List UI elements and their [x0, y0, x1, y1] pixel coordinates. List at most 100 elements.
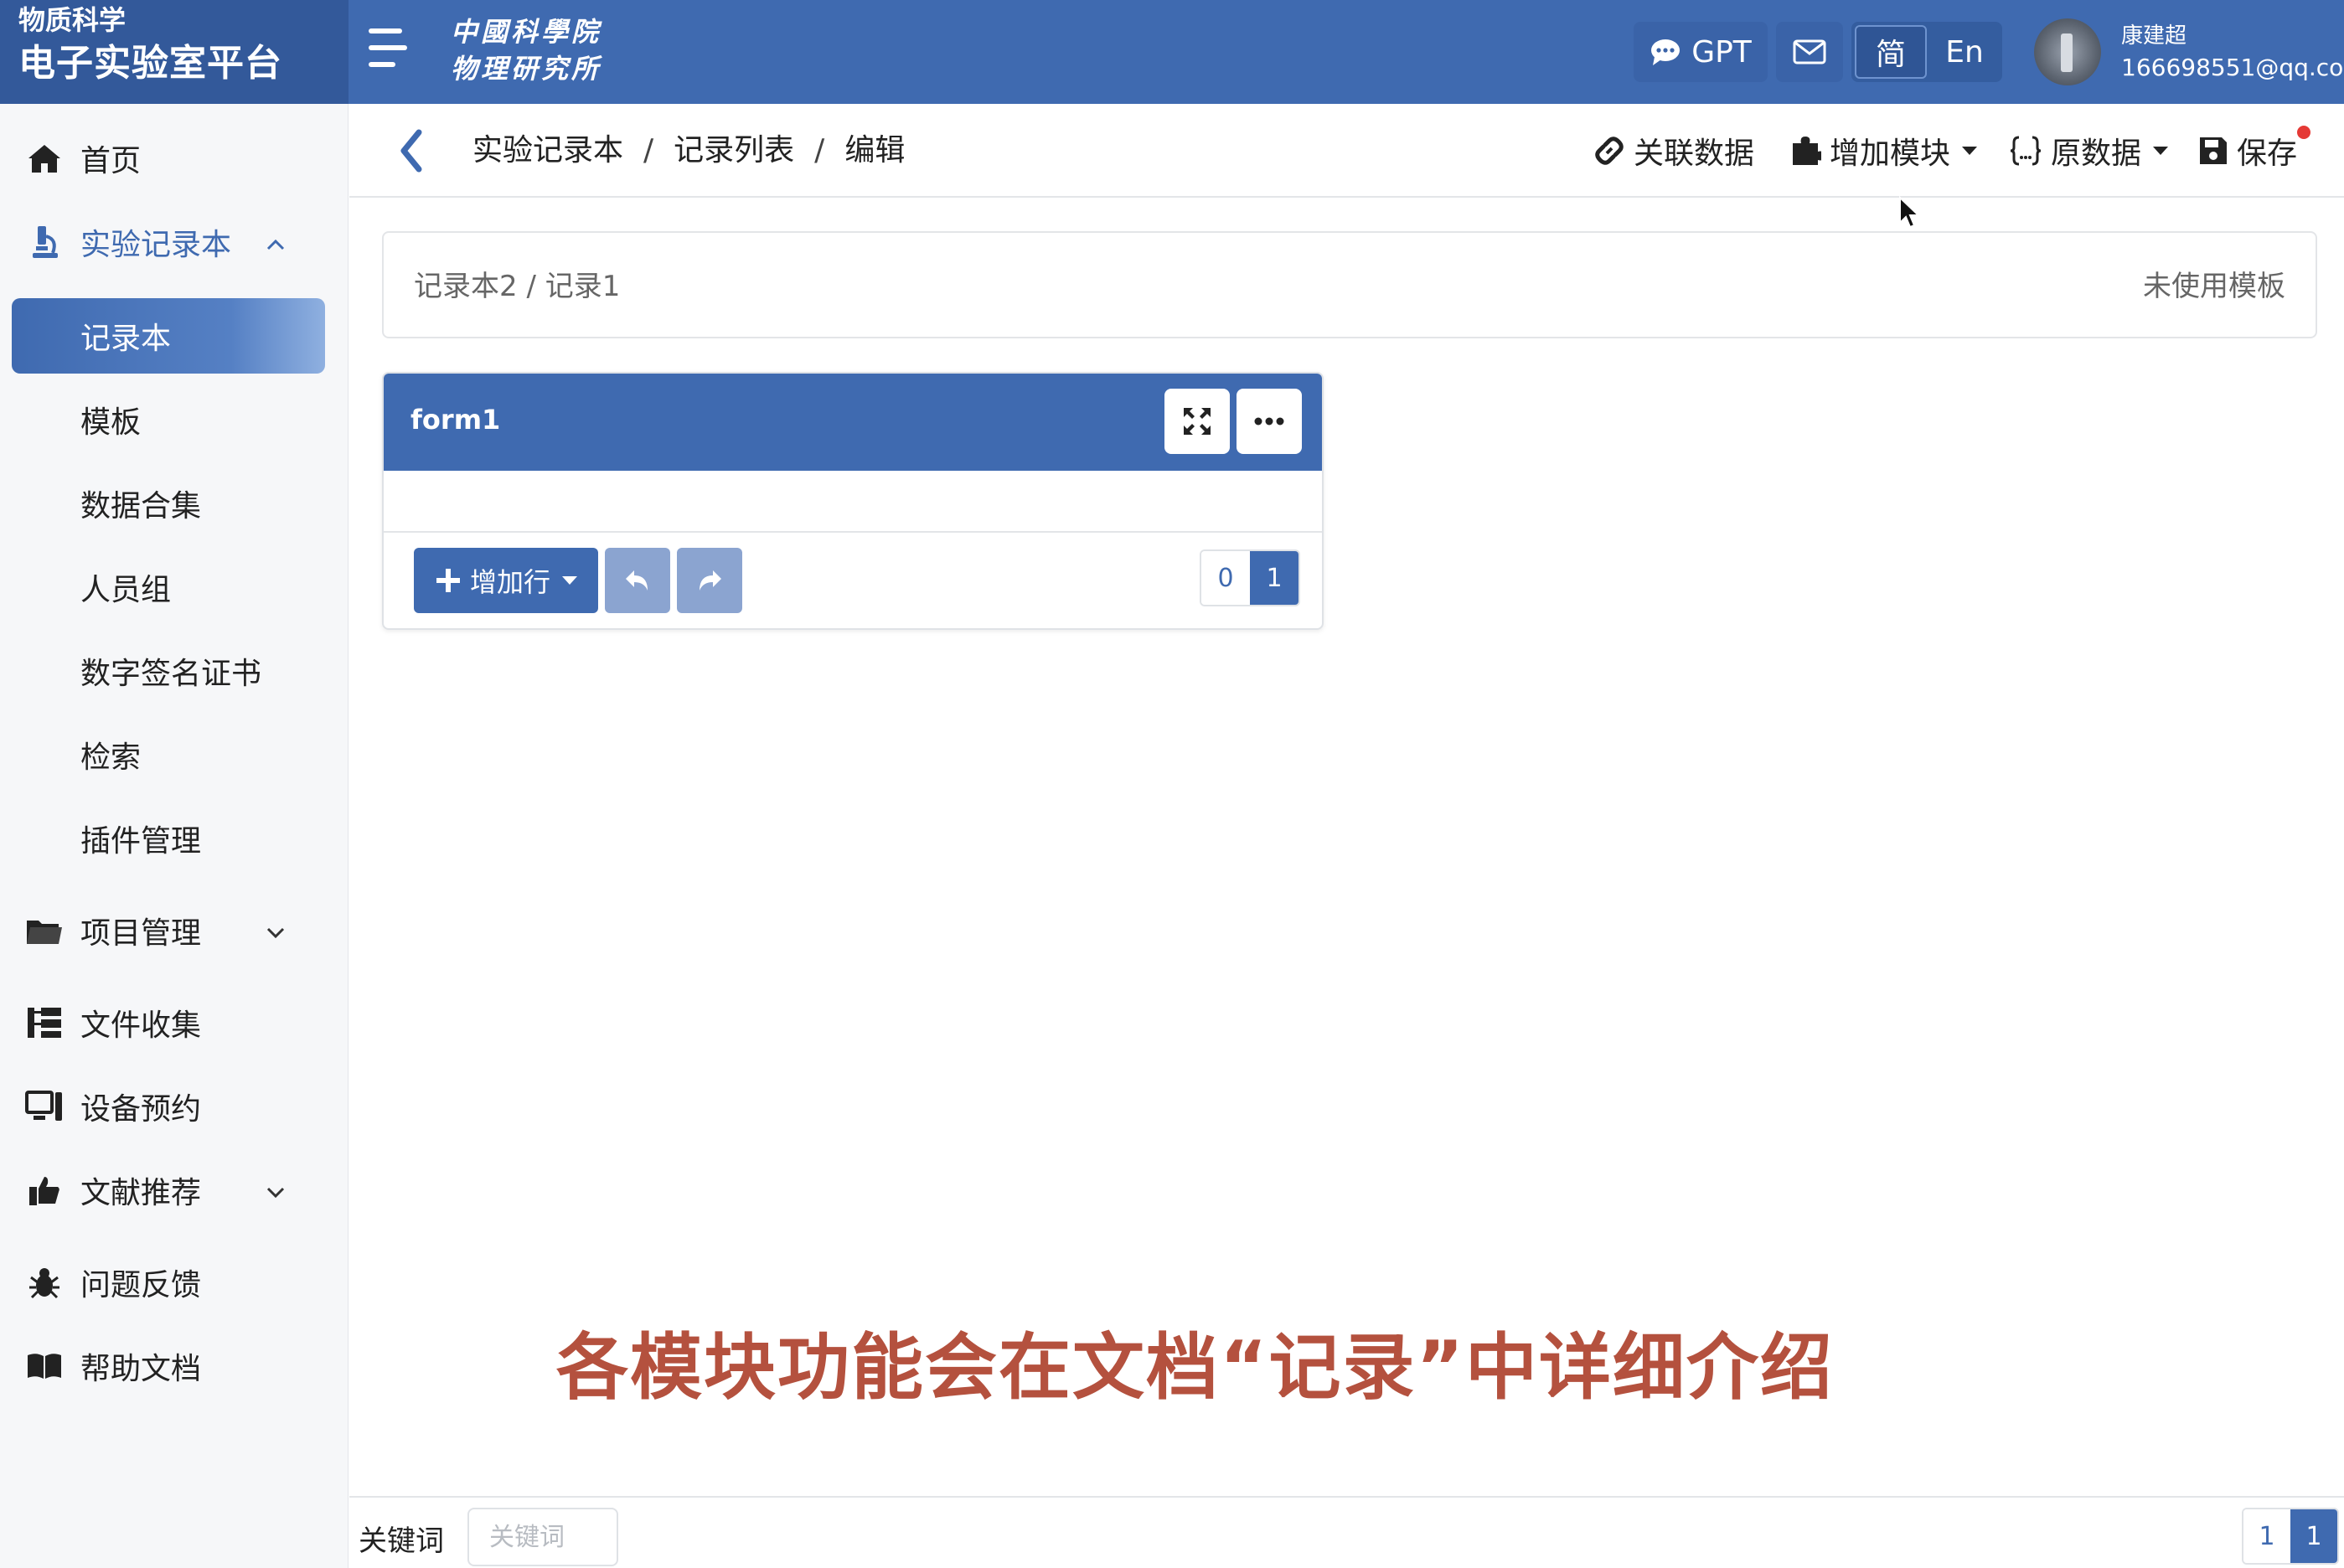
add-module-label: 增加模块 [1830, 137, 1951, 171]
plus-icon [436, 569, 460, 592]
breadcrumb-record-list[interactable]: 记录列表 [674, 127, 794, 174]
chevron-up-icon [266, 229, 285, 256]
form-module: form1 增加行 0 1 [382, 372, 1324, 630]
breadcrumb-separator: / [643, 133, 654, 168]
sidebar-label-files: 文件收集 [80, 1008, 202, 1043]
link-data-button[interactable]: 关联数据 [1593, 126, 1754, 176]
keyword-input[interactable] [467, 1508, 618, 1566]
sidebar-label-projects: 项目管理 [80, 916, 202, 951]
menu-toggle-icon[interactable] [369, 25, 407, 70]
puzzle-icon [1793, 137, 1821, 165]
mail-button[interactable] [1776, 22, 1843, 82]
braces-icon [2010, 136, 2042, 166]
form-module-header: form1 [384, 374, 1322, 471]
sidebar-item-literature[interactable]: 文献推荐 [0, 1153, 349, 1228]
bottom-bar [349, 1496, 2344, 1568]
brand[interactable]: 物质科学 电子实验室平台 [0, 0, 349, 104]
sidebar-subitem-plugins[interactable]: 插件管理 [12, 801, 325, 876]
brand-title: 电子实验室平台 [18, 42, 282, 85]
page-button[interactable]: 0 [1201, 551, 1250, 605]
institute-line2: 物理研究所 [451, 53, 602, 85]
add-row-label: 增加行 [469, 566, 550, 598]
floppy-disk-icon [2200, 137, 2227, 164]
sitemap-icon [25, 1003, 64, 1042]
keyword-label: 关键词 [359, 1524, 444, 1558]
sidebar-item-notebook[interactable]: 实验记录本 [0, 204, 349, 280]
gpt-button[interactable]: GPT [1634, 22, 1768, 82]
undo-icon [626, 570, 648, 591]
sidebar: 首页 实验记录本 记录本 模板 数据合集 人员组 数字签名证书 检索 插件管理 … [0, 104, 349, 1568]
caret-down-icon [562, 576, 577, 585]
sidebar-item-help[interactable]: 帮助文档 [0, 1328, 349, 1404]
microscope-icon [25, 223, 64, 261]
bottom-pagination: 1 1 [2242, 1508, 2339, 1565]
breadcrumb-edit: 编辑 [844, 133, 906, 168]
breadcrumb-notebook[interactable]: 实验记录本 [472, 127, 623, 174]
raw-data-dropdown[interactable]: 原数据 [2009, 126, 2169, 176]
sidebar-label-literature: 文献推荐 [80, 1176, 202, 1210]
redo-icon [700, 570, 721, 591]
home-icon [25, 139, 64, 178]
back-chevron-icon[interactable] [394, 124, 427, 178]
caret-down-icon [2153, 147, 2169, 155]
mail-icon [1793, 39, 1826, 64]
mouse-pointer-icon [1899, 196, 1921, 229]
page-button-active[interactable]: 1 [2290, 1509, 2337, 1563]
sidebar-label-home: 首页 [80, 144, 142, 178]
sidebar-item-home[interactable]: 首页 [0, 121, 349, 196]
book-icon [25, 1347, 64, 1385]
sidebar-label-notebook: 实验记录本 [80, 228, 232, 262]
breadcrumb-separator: / [814, 133, 825, 168]
sidebar-item-feedback[interactable]: 问题反馈 [0, 1245, 349, 1320]
record-header: 记录本2 / 记录1 未使用模板 [382, 231, 2317, 338]
user-menu[interactable]: 康建超 166698551@qq.com [2034, 15, 2344, 89]
record-path: 记录本2 / 记录1 [414, 270, 621, 303]
fullscreen-button[interactable] [1164, 389, 1230, 454]
user-name: 康建超 [2121, 23, 2187, 49]
avatar [2034, 18, 2101, 85]
form-module-title: form1 [410, 404, 501, 436]
breadcrumb: 实验记录本 / 记录列表 / 编辑 [472, 127, 905, 174]
sidebar-label-feedback: 问题反馈 [80, 1268, 202, 1302]
unsaved-badge [2297, 126, 2310, 139]
sidebar-subitem-templates[interactable]: 模板 [12, 382, 325, 457]
sidebar-subitem-groups[interactable]: 人员组 [12, 549, 325, 625]
folder-icon [25, 911, 64, 950]
sidebar-label-help: 帮助文档 [80, 1352, 202, 1386]
sidebar-label-devices: 设备预约 [80, 1092, 202, 1127]
link-icon [1595, 137, 1624, 165]
raw-data-label: 原数据 [2051, 137, 2142, 171]
video-caption: 各模块功能会在文档“记录”中详细介绍 [556, 1326, 1835, 1410]
user-email: 166698551@qq.com [2121, 54, 2344, 81]
add-module-dropdown[interactable]: 增加模块 [1789, 126, 1978, 176]
gpt-label: GPT [1691, 34, 1752, 70]
lang-en-button[interactable]: En [1930, 25, 1999, 79]
redo-button[interactable] [677, 548, 742, 613]
undo-button[interactable] [605, 548, 670, 613]
language-switch: 简 En [1851, 22, 2002, 82]
form-pagination: 0 1 [1200, 549, 1300, 606]
ellipsis-icon [1254, 417, 1284, 426]
template-status: 未使用模板 [2143, 270, 2285, 303]
link-data-label: 关联数据 [1634, 137, 1755, 171]
sidebar-item-projects[interactable]: 项目管理 [0, 893, 349, 968]
sidebar-item-files[interactable]: 文件收集 [0, 985, 349, 1060]
caret-down-icon [1962, 147, 1978, 155]
more-options-button[interactable] [1237, 389, 1302, 454]
chevron-down-icon [266, 1177, 285, 1204]
page-button[interactable]: 1 [2243, 1509, 2290, 1563]
sidebar-subitem-certificates[interactable]: 数字签名证书 [12, 633, 325, 709]
chevron-down-icon [266, 917, 285, 945]
sidebar-item-devices[interactable]: 设备预约 [0, 1069, 349, 1144]
sidebar-subitem-notebooks[interactable]: 记录本 [12, 298, 325, 374]
desktop-icon [25, 1087, 64, 1126]
page-button-active[interactable]: 1 [1250, 551, 1298, 605]
form-module-body[interactable] [384, 471, 1322, 533]
sidebar-subitem-search[interactable]: 检索 [12, 717, 325, 792]
lang-zh-button[interactable]: 简 [1855, 25, 1927, 79]
thumbs-up-icon [25, 1171, 64, 1210]
brand-subtitle: 物质科学 [18, 4, 126, 36]
save-button[interactable]: 保存 [2198, 126, 2297, 176]
add-row-dropdown[interactable]: 增加行 [414, 548, 598, 613]
sidebar-subitem-datasets[interactable]: 数据合集 [12, 466, 325, 541]
